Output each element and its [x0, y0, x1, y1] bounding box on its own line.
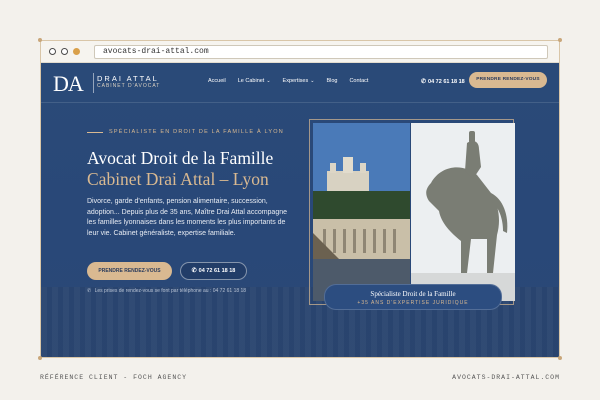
site-domain-caption: AVOCATS-DRAI-ATTAL.COM: [452, 374, 560, 381]
hero-title: Avocat Droit de la Famille: [87, 148, 274, 168]
website-hero: DA DRAI ATTAL CABINET D'AVOCAT Accueil L…: [41, 63, 559, 357]
site-header: DA DRAI ATTAL CABINET D'AVOCAT Accueil L…: [41, 63, 559, 103]
header-phone-link[interactable]: ✆ 04 72 61 18 18: [421, 78, 465, 85]
nav-item-label: Blog: [326, 78, 338, 84]
browser-dot-icon[interactable]: [49, 48, 56, 55]
appointment-button[interactable]: PRENDRE RENDEZ-VOUS: [87, 262, 172, 280]
appointment-note: ✆ Les prises de rendez-vous se font par …: [87, 288, 246, 294]
statue-illustration: [411, 123, 515, 301]
chevron-down-icon: ⌄: [266, 78, 271, 84]
nav-item-le-cabinet[interactable]: Le Cabinet ⌄: [238, 78, 271, 84]
kicker-divider: [87, 132, 103, 133]
nav-item-expertises[interactable]: Expertises ⌄: [283, 78, 315, 84]
phone-icon: ✆: [421, 79, 427, 85]
nav-item-blog[interactable]: Blog: [326, 78, 337, 84]
chevron-down-icon: ⌄: [310, 78, 315, 84]
logo-subtitle: CABINET D'AVOCAT: [97, 83, 161, 89]
logo-divider: [93, 73, 94, 93]
frame-corner-marker: [558, 38, 562, 42]
logo-name[interactable]: DRAI ATTAL: [97, 74, 159, 83]
nav-item-label: Le Cabinet: [237, 78, 265, 84]
nav-item-contact[interactable]: Contact: [349, 78, 368, 84]
frame-corner-marker: [38, 356, 42, 360]
lyon-basilica-photo: [313, 123, 410, 301]
hero-kicker: SPÉCIALISTE EN DROIT DE LA FAMILLE À LYO…: [109, 129, 284, 135]
address-bar[interactable]: avocats-drai-attal.com: [94, 45, 548, 59]
hero-description: Divorce, garde d'enfants, pension alimen…: [87, 198, 288, 237]
phone-icon: ✆: [191, 268, 197, 274]
expertise-badge: Spécialiste Droit de la Famille +35 ANS …: [324, 284, 502, 310]
header-appointment-button[interactable]: PRENDRE RENDEZ-VOUS: [469, 72, 547, 88]
browser-dot-icon[interactable]: [73, 48, 80, 55]
phone-icon: ✆: [87, 288, 92, 294]
browser-window: avocats-drai-attal.com DA DRAI ATTAL CAB…: [40, 40, 560, 358]
basilica-illustration: [313, 123, 410, 301]
main-menu: Accueil Le Cabinet ⌄ Expertises ⌄ Blog Con…: [208, 78, 368, 84]
call-button[interactable]: ✆ 04 72 61 18 18: [180, 262, 247, 280]
appointment-note-text: Les prises de rendez-vous se font par té…: [94, 288, 247, 294]
header-phone-number: 04 72 61 18 18: [428, 79, 465, 85]
nav-item-label: Contact: [349, 78, 369, 84]
logo-mark[interactable]: DA: [53, 71, 84, 97]
hero-subtitle: Cabinet Drai Attal – Lyon: [87, 169, 269, 189]
badge-title: Spécialiste Droit de la Famille: [370, 290, 456, 298]
call-button-label: 04 72 61 18 18: [198, 268, 236, 274]
badge-subtitle: +35 ANS D'EXPERTISE JURIDIQUE: [357, 300, 469, 306]
nav-item-label: Accueil: [208, 78, 226, 84]
frame-corner-marker: [38, 38, 42, 42]
nav-item-accueil[interactable]: Accueil: [208, 78, 226, 84]
browser-toolbar: avocats-drai-attal.com: [41, 41, 559, 63]
frame-corner-marker: [558, 356, 562, 360]
client-reference-caption: RÉFÉRENCE CLIENT - FOCH AGENCY: [40, 374, 188, 381]
equestrian-statue-photo: [411, 123, 515, 301]
browser-dot-icon[interactable]: [61, 48, 68, 55]
nav-item-label: Expertises: [282, 78, 309, 84]
